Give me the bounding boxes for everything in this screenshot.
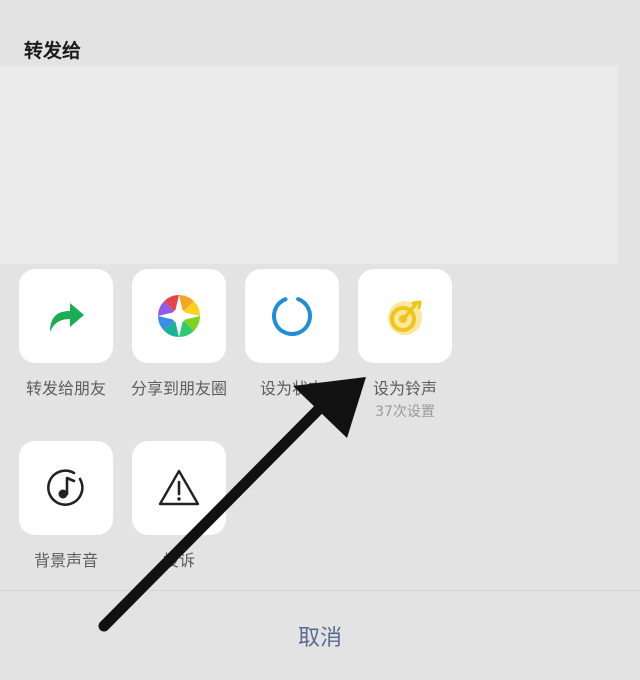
status-ring-icon xyxy=(272,296,312,336)
forward-arrow-icon xyxy=(50,303,84,332)
action-background-sound[interactable]: 背景声音 xyxy=(18,441,114,571)
contact-list-area[interactable] xyxy=(0,66,618,264)
set-ringtone-label: 设为铃声 xyxy=(372,379,437,398)
cancel-button[interactable]: 取消 xyxy=(0,591,640,680)
moments-icon xyxy=(158,295,200,337)
action-set-ringtone[interactable]: 设为铃声 37次设置 xyxy=(357,269,453,421)
share-moments-button[interactable] xyxy=(132,269,226,363)
action-report[interactable]: 投诉 xyxy=(131,441,227,571)
forward-to-friend-button[interactable] xyxy=(19,269,113,363)
report-label: 投诉 xyxy=(162,551,195,570)
share-sheet: 转发给 转发给朋友 分享到朋友圈 设为状态 设为铃声 37次设置 背景声音 投诉… xyxy=(0,0,640,680)
background-sound-button[interactable] xyxy=(19,441,113,535)
sheet-title: 转发给 xyxy=(24,40,82,62)
ringtone-count-label: 37次设置 xyxy=(375,404,435,420)
action-forward-to-friend[interactable]: 转发给朋友 xyxy=(18,269,114,399)
warning-icon xyxy=(158,469,200,506)
report-button[interactable] xyxy=(132,441,226,535)
set-ringtone-button[interactable] xyxy=(358,269,452,363)
ringtone-icon xyxy=(388,300,422,335)
set-status-button[interactable] xyxy=(245,269,339,363)
action-set-status[interactable]: 设为状态 xyxy=(244,269,340,399)
action-share-moments[interactable]: 分享到朋友圈 xyxy=(131,269,227,399)
music-note-icon xyxy=(47,469,84,506)
